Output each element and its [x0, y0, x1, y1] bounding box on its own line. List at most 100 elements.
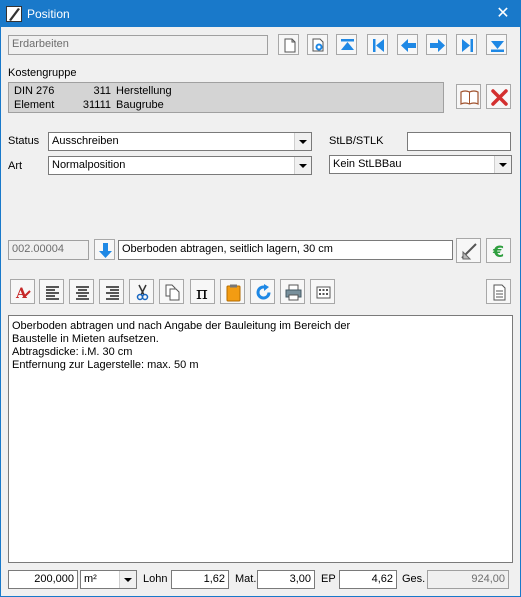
- kostengruppe-label: Kostengruppe: [8, 67, 77, 79]
- first-level-button[interactable]: [336, 34, 357, 55]
- app-icon: [6, 6, 22, 22]
- grid-icon: [316, 286, 331, 299]
- printer-icon: [285, 284, 302, 301]
- mat-label: Mat.: [235, 573, 257, 585]
- status-value: Ausschreiben: [52, 135, 119, 147]
- art-label: Art: [8, 160, 23, 172]
- copy-icon: [165, 284, 180, 301]
- arrow-down-icon: [99, 243, 112, 258]
- font-color-icon: A: [15, 286, 31, 302]
- window-title: Position: [27, 7, 70, 21]
- short-text-input[interactable]: Oberboden abtragen, seitlich lagern, 30 …: [118, 240, 453, 260]
- chevron-down-icon: [294, 133, 311, 150]
- print-button[interactable]: [280, 279, 305, 304]
- long-text-line: Abtragsdicke: i.M. 30 cm: [12, 346, 133, 358]
- total-field: 924,00: [427, 570, 509, 589]
- new-document-button[interactable]: [278, 34, 299, 55]
- euro-icon: €: [492, 242, 504, 261]
- long-text-line: Oberboden abtragen und nach Angabe der B…: [12, 320, 351, 332]
- long-text-line: Baustelle in Mieten aufsetzen.: [12, 333, 159, 345]
- last-record-button[interactable]: [456, 34, 477, 55]
- pi-icon: π: [196, 283, 208, 302]
- stlb-input[interactable]: [407, 132, 511, 151]
- ruler-pencil-icon: [461, 243, 477, 260]
- kg-row-code: 31111: [82, 99, 111, 111]
- lohn-input[interactable]: 1,62: [171, 570, 229, 589]
- parent-group-field[interactable]: Erdarbeiten: [8, 35, 268, 55]
- kostengruppe-table[interactable]: DIN 276 311 Herstellung Element 31111 Ba…: [8, 82, 444, 113]
- stlb-label: StLB/STLK: [329, 135, 384, 147]
- insert-symbol-button[interactable]: π: [190, 279, 215, 304]
- kg-row-type: DIN 276: [14, 85, 55, 97]
- skip-last-icon: [462, 39, 473, 52]
- document-search-icon: [312, 38, 324, 52]
- new-document-icon: [284, 38, 296, 53]
- chevron-down-icon: [494, 156, 511, 173]
- quantity-input[interactable]: 200,000: [8, 570, 78, 589]
- position-window: Position ✕ Erdarbeiten Kostengruppe DIN …: [0, 0, 521, 597]
- kg-row-name: Baugrube: [116, 99, 164, 111]
- delete-kostengruppe-button[interactable]: [486, 84, 511, 109]
- position-number-field[interactable]: 002.00004: [8, 240, 89, 260]
- edit-button[interactable]: [456, 238, 481, 263]
- kg-row-type: Element: [14, 99, 55, 111]
- cut-button[interactable]: [129, 279, 154, 304]
- copy-button[interactable]: [159, 279, 184, 304]
- refresh-icon: [256, 284, 271, 300]
- chevron-down-icon: [294, 157, 311, 174]
- svg-text:€: €: [492, 242, 504, 261]
- skip-first-icon: [373, 39, 384, 52]
- status-select[interactable]: Ausschreiben: [48, 132, 312, 151]
- scissors-icon: [136, 284, 149, 301]
- align-left-button[interactable]: [39, 279, 64, 304]
- document-lines-icon: [493, 284, 506, 301]
- undo-button[interactable]: [250, 279, 275, 304]
- price-button[interactable]: €: [486, 238, 511, 263]
- previous-record-button[interactable]: [397, 34, 418, 55]
- special-chars-button[interactable]: [310, 279, 335, 304]
- kostengruppe-row: DIN 276 311 Herstellung: [9, 85, 443, 98]
- search-document-button[interactable]: [307, 34, 328, 55]
- arrow-top-icon: [341, 39, 354, 50]
- clipboard-icon: [226, 284, 241, 302]
- align-center-icon: [76, 286, 89, 300]
- move-down-button[interactable]: [94, 239, 115, 260]
- kostengruppe-row: Element 31111 Baugrube: [9, 99, 443, 112]
- font-button[interactable]: A: [10, 279, 35, 304]
- arrow-right-icon: [430, 39, 445, 52]
- art-select[interactable]: Normalposition: [48, 156, 312, 175]
- chevron-down-icon: [119, 571, 136, 588]
- unit-select[interactable]: m²: [80, 570, 137, 589]
- stlb-select[interactable]: Kein StLBBau: [329, 155, 512, 174]
- stlb-select-value: Kein StLBBau: [333, 158, 402, 170]
- ges-label: Ges.: [402, 573, 426, 585]
- text-document-button[interactable]: [486, 279, 511, 304]
- svg-text:π: π: [196, 283, 208, 302]
- paste-button[interactable]: [220, 279, 245, 304]
- kg-row-name: Herstellung: [116, 85, 172, 97]
- status-label: Status: [8, 135, 40, 147]
- lohn-label: Lohn: [143, 573, 168, 585]
- long-text-editor[interactable]: Oberboden abtragen und nach Angabe der B…: [8, 315, 513, 563]
- align-center-button[interactable]: [69, 279, 94, 304]
- art-value: Normalposition: [52, 159, 126, 171]
- ep-label: EP: [321, 573, 336, 585]
- last-level-button[interactable]: [486, 34, 507, 55]
- close-icon[interactable]: ✕: [486, 1, 520, 27]
- align-right-icon: [106, 286, 119, 300]
- first-record-button[interactable]: [367, 34, 388, 55]
- delete-icon: [491, 89, 508, 106]
- long-text-line: Entfernung zur Lagerstelle: max. 50 m: [12, 359, 199, 371]
- arrow-bottom-icon: [491, 41, 504, 52]
- ep-field[interactable]: 4,62: [339, 570, 397, 589]
- kg-row-code: 311: [93, 85, 111, 97]
- title-bar: Position ✕: [1, 1, 520, 27]
- book-icon: [460, 90, 479, 105]
- mat-input[interactable]: 3,00: [257, 570, 315, 589]
- align-left-icon: [46, 286, 59, 300]
- align-right-button[interactable]: [99, 279, 124, 304]
- arrow-left-icon: [401, 39, 416, 52]
- open-catalog-button[interactable]: [456, 84, 481, 109]
- unit-value: m²: [84, 573, 97, 585]
- next-record-button[interactable]: [426, 34, 447, 55]
